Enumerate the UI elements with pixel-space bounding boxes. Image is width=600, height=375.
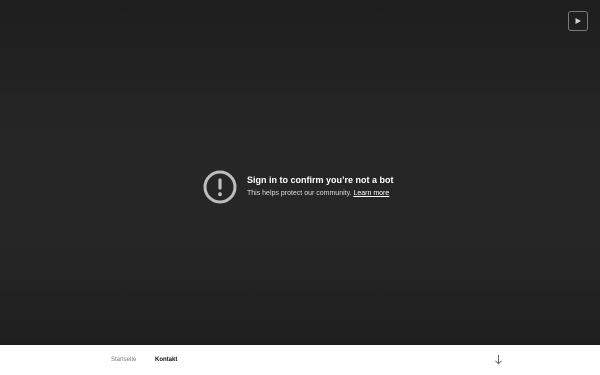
video-player: Sign in to confirm you’re not a bot This… xyxy=(0,0,600,345)
arrow-down-icon[interactable] xyxy=(494,354,503,365)
play-button[interactable] xyxy=(568,11,588,31)
footer-nav-bar xyxy=(0,345,600,375)
nav-item-startseite[interactable]: Startseite xyxy=(111,356,136,364)
error-message-line: This helps protect our community. Learn … xyxy=(247,189,389,199)
error-title: Sign in to confirm you’re not a bot xyxy=(247,175,394,185)
play-icon xyxy=(575,18,581,24)
error-message: This helps protect our community. xyxy=(247,190,352,197)
exclamation-circle-icon xyxy=(203,170,237,204)
nav-item-kontakt[interactable]: Kontakt xyxy=(155,356,177,364)
learn-more-link[interactable]: Learn more xyxy=(353,190,389,197)
